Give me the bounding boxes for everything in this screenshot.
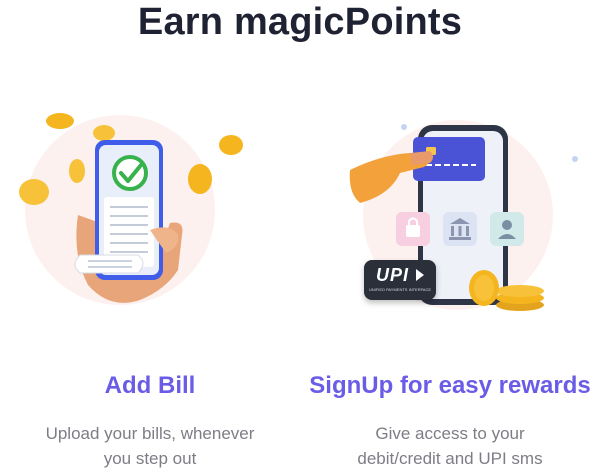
add-bill-card[interactable]: Add Bill Upload your bills, whenever you… [0,95,300,471]
signup-illustration [349,120,578,311]
upi-badge: UPI UNIFIED PAYMENTS INTERFACE [364,260,436,300]
upi-arrow-icon [416,269,424,281]
description-line: Give access to your [375,424,525,443]
upi-sub-text: UNIFIED PAYMENTS INTERFACE [368,287,432,292]
description-line: Upload your bills, whenever [45,424,255,443]
check-icon [112,155,148,191]
description-line: debit/credit and UPI sms [357,449,543,468]
upi-logo-text: UPI [376,265,410,285]
signup-description: Give access to your debit/credit and UPI… [300,421,600,471]
earn-magicpoints-page: Earn magicPoints Add Bill Upload your bi… [0,0,600,471]
bank-icon [443,212,477,246]
page-title: Earn magicPoints [137,1,463,43]
receipt-icon [74,254,144,274]
add-bill-illustration [19,113,243,305]
add-bill-description: Upload your bills, whenever you step out [0,421,300,471]
add-bill-title: Add Bill [104,372,196,399]
signup-rewards-card[interactable]: UPI UNIFIED PAYMENTS INTERFACE SignUp fo… [300,95,600,471]
lock-icon [396,212,430,246]
description-line: you step out [103,449,197,468]
user-icon [490,212,524,246]
signup-title: SignUp for easy rewards [309,372,591,399]
